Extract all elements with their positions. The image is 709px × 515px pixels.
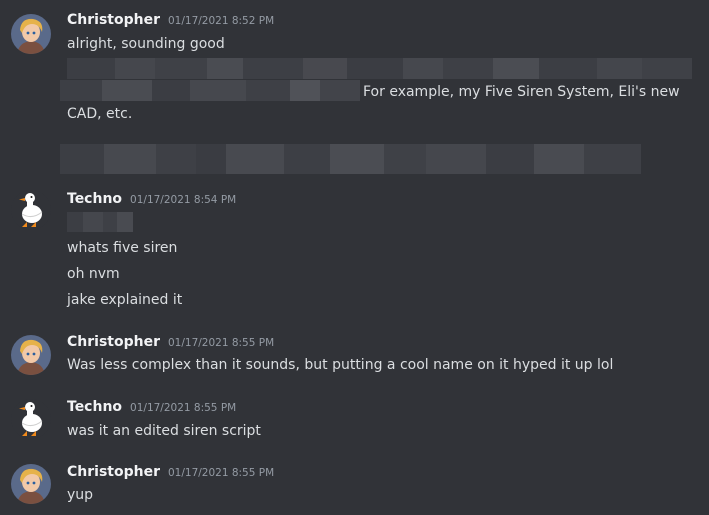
avatar[interactable] [11,190,51,230]
message-text: was it an edited siren script [67,423,261,439]
message-text: For example, my Five Siren System, Eli's… [363,84,680,100]
message-text: jake explained it [67,292,183,308]
message-text: Was less complex than it sounds, but put… [67,357,614,373]
message-timestamp: 01/17/2021 8:55 PM [167,467,275,479]
avatar[interactable] [11,464,51,504]
author-name[interactable]: Christopher [67,12,160,28]
message-timestamp: 01/17/2021 8:54 PM [130,194,237,206]
avatar[interactable] [11,335,51,375]
message-text: CAD, etc. [67,106,133,122]
redacted-block [67,58,692,79]
message-timestamp: 01/17/2021 8:55 PM [130,402,237,414]
author-name[interactable]: Techno [67,399,122,415]
message-text: whats five siren [67,240,178,256]
message-text: alright, sounding good [67,36,225,52]
author-name[interactable]: Christopher [67,334,160,350]
redacted-block [67,212,133,232]
avatar[interactable] [11,14,51,54]
message-timestamp: 01/17/2021 8:55 PM [167,337,275,349]
message-text: oh nvm [67,266,120,282]
author-name[interactable]: Techno [67,191,122,207]
redacted-block [60,144,641,174]
avatar[interactable] [11,399,51,439]
author-name[interactable]: Christopher [67,464,160,480]
message-timestamp: 01/17/2021 8:52 PM [167,15,275,27]
message-text: yup [67,487,94,503]
redacted-block [60,80,360,101]
